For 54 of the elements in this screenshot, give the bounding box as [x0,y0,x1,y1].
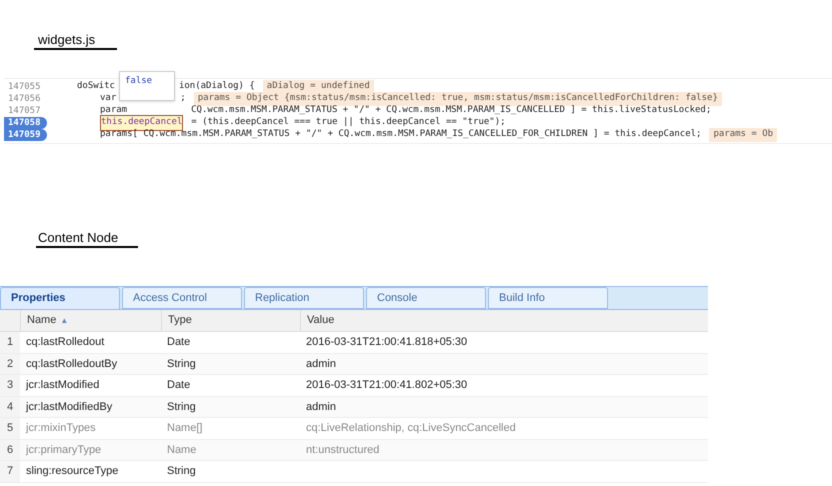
code-text: ion(aDialog) { [178,80,255,93]
code-text: var [100,92,116,106]
node-heading: Content Node [36,230,138,248]
tab[interactable]: Console [366,287,486,309]
line-number[interactable]: 147056 [4,93,41,105]
property-type: Date [166,335,192,350]
script-heading: widgets.js [34,32,118,50]
value-tooltip: false [119,71,175,101]
property-value: nt:unstructured [305,442,380,458]
code-text: params[ CQ.wcm.msm.MSM.PARAM_STATUS + "/" + CQ.wcm.msm.MSM.PARAM_IS_CANCELLED_FOR_CHILDREN ] = this.deepCancel; [100,128,702,142]
row-number: 4 [0,396,20,417]
row-number: 6 [0,440,20,460]
inline-value: params = Object {msm:status/msm:isCancelled: true, msm:status/msm:isCancelledForChildren: false} [194,92,722,106]
property-type: String [166,400,197,414]
property-name: jcr:mixinTypes [24,421,97,436]
code-text: doSwitc [77,80,115,94]
property-value: 2016-03-31T21:00:41.802+05:30 [305,378,468,393]
property-name: jcr:lastModifiedBy [24,400,114,414]
property-name: cq:lastRolledout [25,335,106,350]
line-number[interactable]: 147057 [4,105,41,117]
property-type: Name [166,442,198,458]
tab[interactable]: Replication [244,287,364,309]
code-text: param [100,104,128,117]
property-value: admin [305,400,337,414]
code-text: CQ.wcm.msm.MSM.PARAM_STATUS + "/" + CQ.wcm.msm.MSM.PARAM_IS_CANCELLED ] = this.liveStatusLocked; [191,104,712,117]
line-number[interactable]: 147059 [4,129,47,141]
property-name: jcr:lastModified [24,378,100,393]
code-text: = (this.deepCancel === true || this.deepCancel == "true"); [191,116,506,129]
row-number: 3 [0,375,20,396]
column-header[interactable]: Name ▲ [20,310,161,331]
property-type: String [166,356,197,372]
inline-value: params = Ob [709,128,778,142]
row-number: 2 [0,354,20,374]
property-type: String [166,464,197,479]
property-value: admin [305,356,337,372]
column-header[interactable]: Type [161,310,300,331]
tab[interactable]: Build Info [488,287,608,309]
code-text: ; [180,92,186,106]
property-name: sling:resourceType [25,464,120,479]
column-header[interactable]: Value [300,310,708,331]
tab[interactable]: Access Control [122,287,242,309]
sort-ascending-icon: ▲ [60,314,68,326]
property-type: Date [166,378,192,393]
row-number: 1 [0,332,20,352]
property-type: Name[] [166,421,204,436]
row-number: 5 [0,418,20,438]
tab[interactable]: Properties [0,287,120,309]
line-number[interactable]: 147055 [4,81,41,93]
row-number: 7 [0,461,20,482]
line-number[interactable]: 147058 [4,117,47,129]
property-value: 2016-03-31T21:00:41.818+05:30 [305,335,468,350]
property-name: jcr:primaryType [24,442,102,458]
property-name: cq:lastRolledoutBy [25,356,118,372]
property-value: cq:LiveRelationship, cq:LiveSyncCancelled [305,421,517,436]
